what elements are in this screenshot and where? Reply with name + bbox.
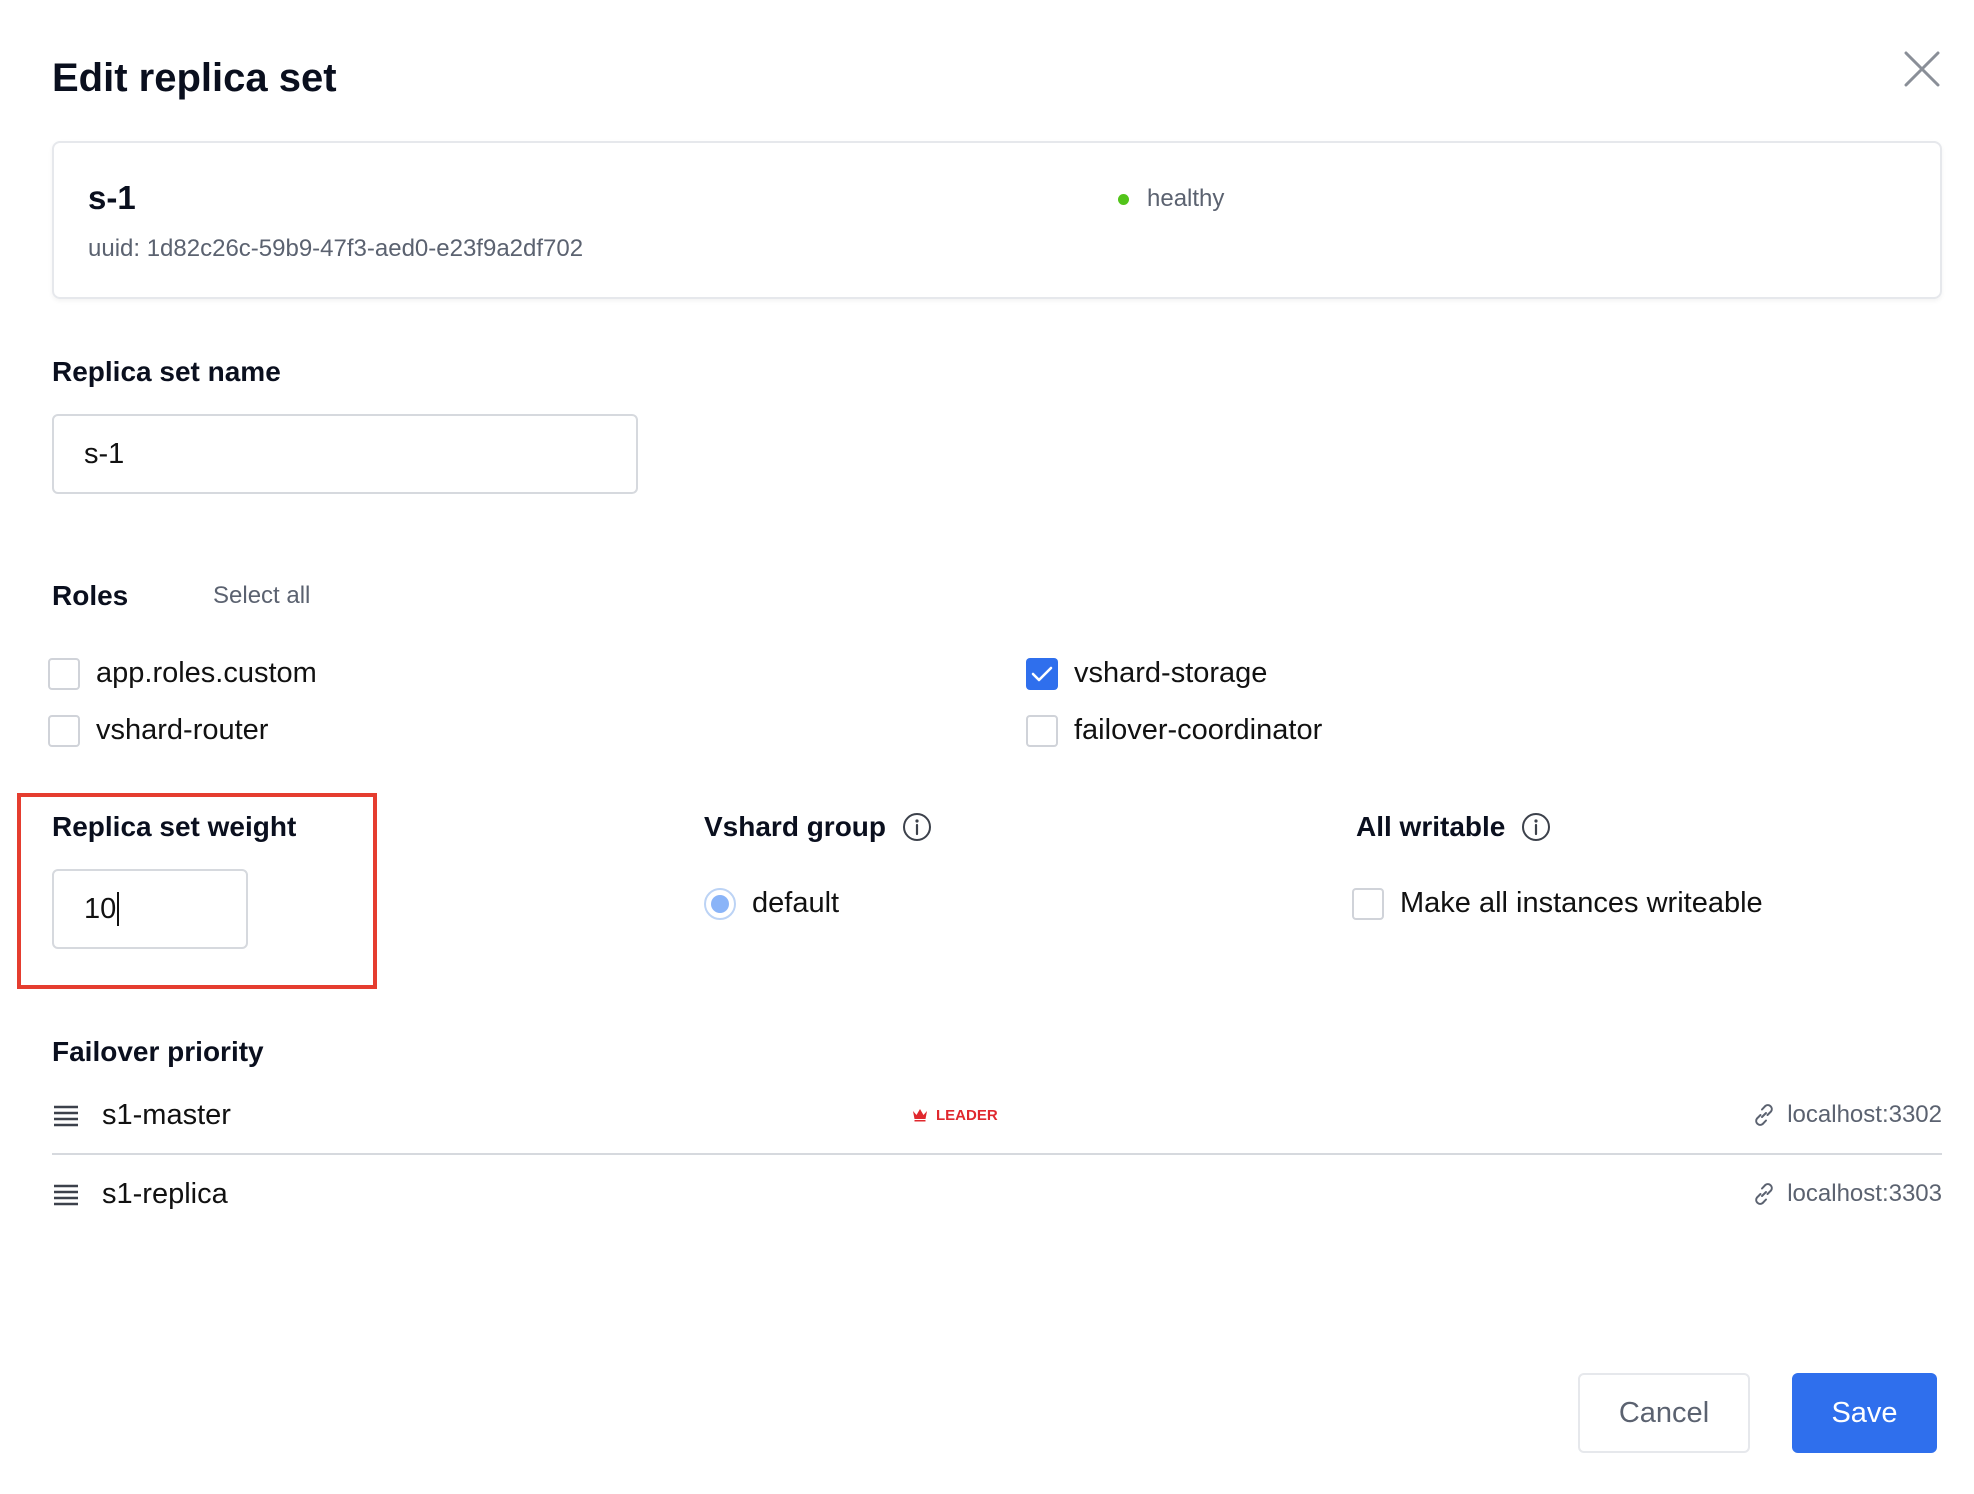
- instance-uri-text: localhost:3303: [1787, 1180, 1942, 1207]
- failover-item-s1-replica[interactable]: s1-replica localhost:3303: [52, 1155, 1942, 1233]
- replica-set-title: s-1: [88, 179, 136, 216]
- role-label: failover-coordinator: [1074, 714, 1323, 746]
- dialog-title: Edit replica set: [52, 56, 337, 100]
- drag-handle-icon[interactable]: [52, 1182, 80, 1206]
- instance-name: s1-replica: [102, 1177, 228, 1210]
- failover-item-s1-master[interactable]: s1-master LEADER localhost:3302: [52, 1076, 1942, 1154]
- radio-button[interactable]: [704, 887, 736, 920]
- radio-selected-dot: [711, 894, 729, 913]
- select-all-link[interactable]: Select all: [213, 582, 310, 610]
- info-icon[interactable]: [1521, 812, 1551, 842]
- status-badge: healthy: [1118, 185, 1224, 213]
- drag-handle-icon[interactable]: [52, 1103, 80, 1127]
- all-writable-option[interactable]: Make all instances writeable: [1352, 887, 1763, 920]
- leader-badge: LEADER: [912, 1107, 998, 1124]
- instance-uri: localhost:3303: [1751, 1180, 1942, 1208]
- role-option-app-roles-custom[interactable]: app.roles.custom: [48, 657, 317, 690]
- replica-set-name-label: Replica set name: [52, 356, 281, 387]
- role-label: vshard-router: [96, 714, 269, 746]
- replica-set-summary-card: s-1 uuid: 1d82c26c-59b9-47f3-aed0-e23f9a…: [52, 141, 1942, 299]
- role-checkbox-checked[interactable]: [1026, 657, 1058, 690]
- replica-set-weight-input[interactable]: 10: [52, 869, 248, 949]
- role-label: vshard-storage: [1074, 657, 1268, 689]
- text-cursor: [117, 892, 120, 926]
- close-icon[interactable]: [1903, 50, 1941, 88]
- all-writable-option-label: Make all instances writeable: [1400, 887, 1763, 919]
- vshard-group-label: Vshard group: [704, 811, 887, 842]
- instance-uri-text: localhost:3302: [1787, 1101, 1942, 1128]
- role-checkbox[interactable]: [48, 657, 80, 690]
- role-label: app.roles.custom: [96, 657, 317, 689]
- role-checkbox[interactable]: [48, 714, 80, 747]
- failover-priority-label: Failover priority: [52, 1036, 264, 1067]
- weight-value: 10: [84, 892, 117, 925]
- vshard-group-option-label: default: [752, 887, 840, 919]
- roles-label: Roles: [52, 580, 129, 611]
- leader-label: LEADER: [936, 1106, 998, 1124]
- all-writable-label: All writable: [1356, 811, 1506, 842]
- link-icon: [1755, 1104, 1773, 1126]
- all-writable-header: All writable: [1356, 811, 1551, 843]
- role-checkbox[interactable]: [1026, 714, 1058, 747]
- instance-uri: localhost:3302: [1751, 1101, 1942, 1129]
- info-icon[interactable]: [902, 812, 932, 842]
- crown-icon: [913, 1109, 927, 1122]
- vshard-group-header: Vshard group: [704, 811, 932, 843]
- link-icon: [1755, 1183, 1773, 1205]
- cancel-button[interactable]: Cancel: [1578, 1373, 1750, 1453]
- role-option-vshard-storage[interactable]: vshard-storage: [1026, 657, 1267, 690]
- save-button[interactable]: Save: [1792, 1373, 1937, 1453]
- role-option-failover-coordinator[interactable]: failover-coordinator: [1026, 714, 1322, 747]
- instance-name: s1-master: [102, 1098, 231, 1131]
- check-icon: [1031, 666, 1053, 681]
- status-text: healthy: [1147, 185, 1225, 212]
- vshard-group-option-default[interactable]: default: [704, 887, 839, 920]
- role-option-vshard-router[interactable]: vshard-router: [48, 714, 268, 747]
- replica-set-weight-label: Replica set weight: [52, 811, 297, 842]
- replica-set-name-input[interactable]: s-1: [52, 414, 638, 494]
- replica-set-uuid: uuid: 1d82c26c-59b9-47f3-aed0-e23f9a2df7…: [88, 235, 584, 262]
- all-writable-checkbox[interactable]: [1352, 887, 1384, 920]
- status-dot-icon: [1118, 193, 1129, 205]
